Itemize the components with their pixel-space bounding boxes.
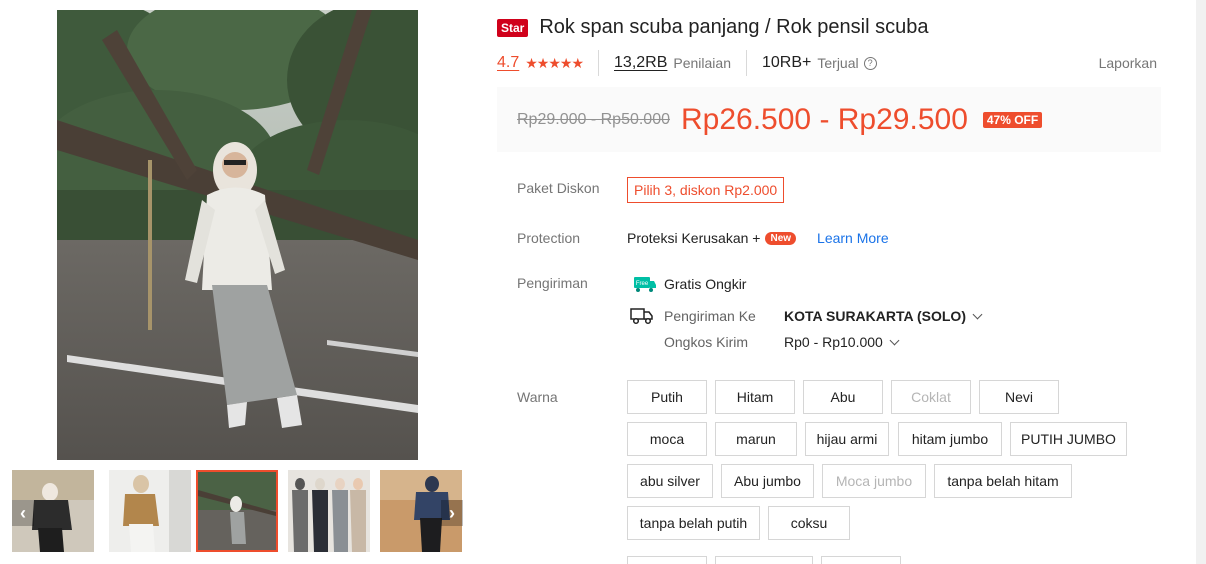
chevron-down-icon [972,309,983,319]
free-shipping-row: Free Gratis Ongkir [630,275,746,293]
paket-label: Paket Diskon [517,180,600,196]
product-stats: 4.7 ★★★★★ 13,2RB Penilaian 10RB+ Terjual… [497,50,1157,76]
divider [598,50,600,76]
report-button[interactable]: Laporkan [1099,55,1157,71]
discount-badge: 47% OFF [982,111,1043,128]
shipping-cost-label: Ongkos Kirim [664,334,749,350]
shipping-cost-dropdown[interactable]: Rp0 - Rp10.000 [784,334,900,350]
free-shipping-label: Gratis Ongkir [664,276,747,292]
review-count[interactable]: 13,2RB [614,54,667,72]
variation-option[interactable]: tanpa belah hitam [934,464,1072,498]
main-product-image[interactable] [57,10,418,460]
paket-diskon-button[interactable]: Pilih 3, diskon Rp2.000 [627,177,785,203]
protection-name: Proteksi Kerusakan + [627,230,761,246]
variation-option[interactable]: Nevi [979,380,1059,414]
variation-option[interactable]: moca [627,422,707,456]
chevron-down-icon [889,335,900,345]
thumbnail-4[interactable] [288,470,370,552]
thumbnail-strip: ‹ › [12,470,463,552]
variation-option-disabled: Coklat [891,380,971,414]
shipping-destination-value: KOTA SURAKARTA (SOLO) [784,308,966,324]
variation-option[interactable]: hitam jumbo [898,422,1002,456]
shipping-to-label: Pengiriman Ke [664,308,756,324]
star-seller-badge: Star [497,18,529,37]
variation-option[interactable]: coksu [768,506,850,540]
truck-icon [630,306,656,326]
svg-text:Free: Free [636,281,649,287]
rating-stars-icon: ★★★★★ [525,54,584,71]
protection-row: Proteksi Kerusakan + New Learn More [627,230,889,246]
current-price: Rp26.500 - Rp29.500 [681,102,968,136]
variation-option-partial[interactable] [821,556,901,564]
shipping-destination-row: Pengiriman Ke KOTA SURAKARTA (SOLO) [630,306,983,326]
thumbnail-2[interactable] [109,470,191,552]
new-badge: New [765,231,797,245]
shipping-label: Pengiriman [517,275,588,291]
variation-option[interactable]: Putih [627,380,707,414]
variation-option[interactable]: Abu [803,380,883,414]
variation-option[interactable]: marun [715,422,797,456]
sold-count: 10RB+ [762,54,812,71]
help-icon[interactable]: ? [863,56,877,70]
sold-label: Terjual [817,55,859,71]
original-price: Rp29.000 - Rp50.000 [517,110,670,128]
variation-option[interactable]: hijau armi [805,422,889,456]
thumbnail-3[interactable] [196,470,278,552]
price-section: Rp29.000 - Rp50.000 Rp26.500 - Rp29.500 … [497,87,1161,152]
product-title: Rok span scuba panjang / Rok pensil scub… [539,16,929,38]
learn-more-link[interactable]: Learn More [817,230,889,246]
divider [746,50,747,76]
chevron-right-icon[interactable]: › [441,500,463,526]
shipping-destination-dropdown[interactable]: KOTA SURAKARTA (SOLO) [784,308,983,324]
free-shipping-icon: Free [630,275,656,293]
variation-option[interactable]: abu silver [627,464,713,498]
shipping-cost-value: Rp0 - Rp10.000 [784,334,883,350]
variation-option-partial[interactable] [715,556,813,564]
page-scrollbar[interactable] [1196,0,1206,564]
variation-label: Warna [517,389,558,405]
variation-option[interactable]: tanpa belah putih [627,506,760,540]
variation-option[interactable]: Hitam [715,380,795,414]
rating-value[interactable]: 4.7 [497,54,519,72]
review-label: Penilaian [673,55,731,71]
chevron-left-icon[interactable]: ‹ [12,500,34,526]
variation-option-disabled: Moca jumbo [822,464,926,498]
variation-option[interactable]: PUTIH JUMBO [1010,422,1127,456]
variation-option[interactable]: Abu jumbo [721,464,814,498]
variation-option-partial[interactable] [627,556,707,564]
product-title-row: Star Rok span scuba panjang / Rok pensil… [497,16,928,39]
protection-label: Protection [517,230,581,246]
shipping-cost-row: Ongkos Kirim Rp0 - Rp10.000 [664,334,900,350]
